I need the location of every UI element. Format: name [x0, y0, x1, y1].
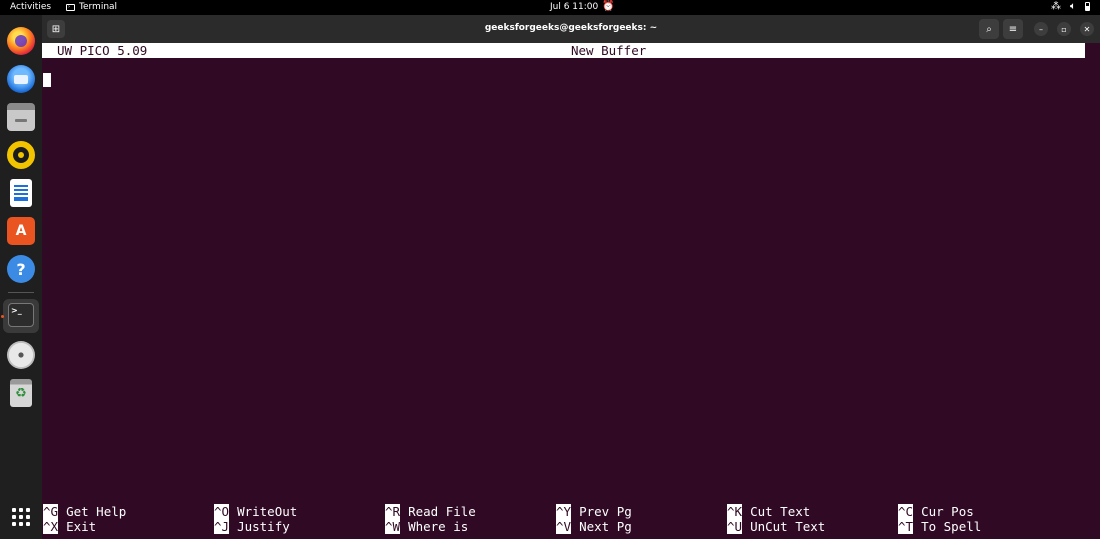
shortcut-key: ^O — [214, 504, 230, 519]
shortcut-label: Cut Text — [750, 504, 811, 519]
shortcut-next-pg: ^V Next Pg — [556, 519, 632, 534]
running-indicator — [1, 315, 4, 318]
search-icon: ⌕ — [986, 23, 992, 35]
shortcut-read-file: ^R Read File — [385, 504, 476, 519]
clock[interactable]: Jul 6 11:00 — [550, 2, 598, 12]
close-button[interactable]: ✕ — [1080, 22, 1094, 36]
shortcut-uncut-text: ^U UnCut Text — [727, 519, 825, 534]
shortcut-label: Get Help — [66, 504, 127, 519]
buffer-name: New Buffer — [571, 43, 647, 58]
files-icon[interactable] — [7, 103, 35, 131]
alarm-icon: ⏰ — [602, 1, 615, 12]
dock-separator — [8, 292, 34, 293]
help-icon[interactable]: ? — [7, 255, 35, 283]
shortcut-cut-text: ^K Cut Text — [727, 504, 810, 519]
shortcut-writeout: ^O WriteOut — [214, 504, 297, 519]
shortcut-label: Cur Pos — [921, 504, 974, 519]
minimize-button[interactable]: – — [1034, 22, 1048, 36]
trash-icon[interactable]: ♻ — [10, 379, 32, 407]
app-menu[interactable]: › Terminal — [66, 2, 117, 12]
shortcut-get-help: ^G Get Help — [43, 504, 126, 519]
shortcut-key: ^Y — [556, 504, 572, 519]
text-cursor — [43, 73, 51, 87]
shortcut-to-spell: ^T To Spell — [898, 519, 981, 534]
shortcut-key: ^X — [43, 519, 59, 534]
disc-icon[interactable] — [7, 341, 35, 369]
shortcut-prev-pg: ^Y Prev Pg — [556, 504, 632, 519]
writer-icon[interactable] — [10, 179, 32, 207]
shortcut-label: Next Pg — [579, 519, 632, 534]
shortcut-label: To Spell — [921, 519, 982, 534]
shortcut-key: ^K — [727, 504, 743, 519]
software-icon[interactable]: A — [7, 217, 35, 245]
minimize-icon: – — [1039, 24, 1043, 34]
shortcut-where-is: ^W Where is — [385, 519, 468, 534]
activities-button[interactable]: Activities — [10, 2, 51, 12]
dock: A ? >_ ♻ — [0, 15, 42, 539]
shortcut-key: ^R — [385, 504, 401, 519]
shortcut-label: Exit — [66, 519, 97, 534]
shortcut-key: ^U — [727, 519, 743, 534]
app-menu-label: Terminal — [79, 2, 118, 12]
shortcut-label: Justify — [237, 519, 290, 534]
search-button[interactable]: ⌕ — [979, 19, 999, 39]
hamburger-icon: ≡ — [1008, 23, 1018, 35]
shortcut-key: ^W — [385, 519, 401, 534]
shortcut-key: ^T — [898, 519, 914, 534]
shortcut-key: ^J — [214, 519, 230, 534]
maximize-icon: ▫ — [1061, 24, 1067, 34]
shortcut-cur-pos: ^C Cur Pos — [898, 504, 974, 519]
top-bar: Activities › Terminal Jul 6 11:00 ⏰ ⁂ 🔈︎ — [0, 0, 1100, 15]
maximize-button[interactable]: ▫ — [1057, 22, 1071, 36]
app-grid-icon[interactable] — [12, 508, 30, 526]
close-icon: ✕ — [1083, 24, 1091, 34]
window-title: geeksforgeeks@geeksforgeeks: ~ — [484, 23, 658, 33]
terminal-scrollbar[interactable] — [1088, 43, 1095, 539]
shortcut-justify: ^J Justify — [214, 519, 290, 534]
shortcut-key: ^G — [43, 504, 59, 519]
pico-version: UW PICO 5.09 — [57, 43, 148, 58]
network-icon: ⁂ — [1051, 1, 1061, 12]
shortcut-label: Where is — [408, 519, 469, 534]
shortcut-exit: ^X Exit — [43, 519, 96, 534]
shortcut-label: Read File — [408, 504, 476, 519]
pico-header: UW PICO 5.09 New Buffer — [42, 43, 1085, 58]
battery-icon — [1085, 2, 1090, 11]
shortcut-label: WriteOut — [237, 504, 298, 519]
shortcut-key: ^C — [898, 504, 914, 519]
shortcut-key: ^V — [556, 519, 572, 534]
terminal-area[interactable]: UW PICO 5.09 New Buffer ^G Get Help ^X Exi… — [42, 43, 1100, 539]
terminal-icon[interactable]: >_ — [8, 303, 34, 327]
system-tray[interactable]: ⁂ 🔈︎ — [1051, 1, 1090, 12]
volume-icon: 🔈︎ — [1070, 1, 1076, 12]
firefox-icon[interactable] — [7, 27, 35, 55]
menu-button[interactable]: ≡ — [1003, 19, 1023, 39]
thunderbird-icon[interactable] — [7, 65, 35, 93]
terminal-small-icon: › — [66, 3, 75, 11]
shortcut-label: UnCut Text — [750, 519, 826, 534]
rhythmbox-icon[interactable] — [7, 141, 35, 169]
window-header: ⊞ geeksforgeeks@geeksforgeeks: ~ ⌕ ≡ – ▫… — [42, 15, 1100, 43]
shortcut-label: Prev Pg — [579, 504, 632, 519]
